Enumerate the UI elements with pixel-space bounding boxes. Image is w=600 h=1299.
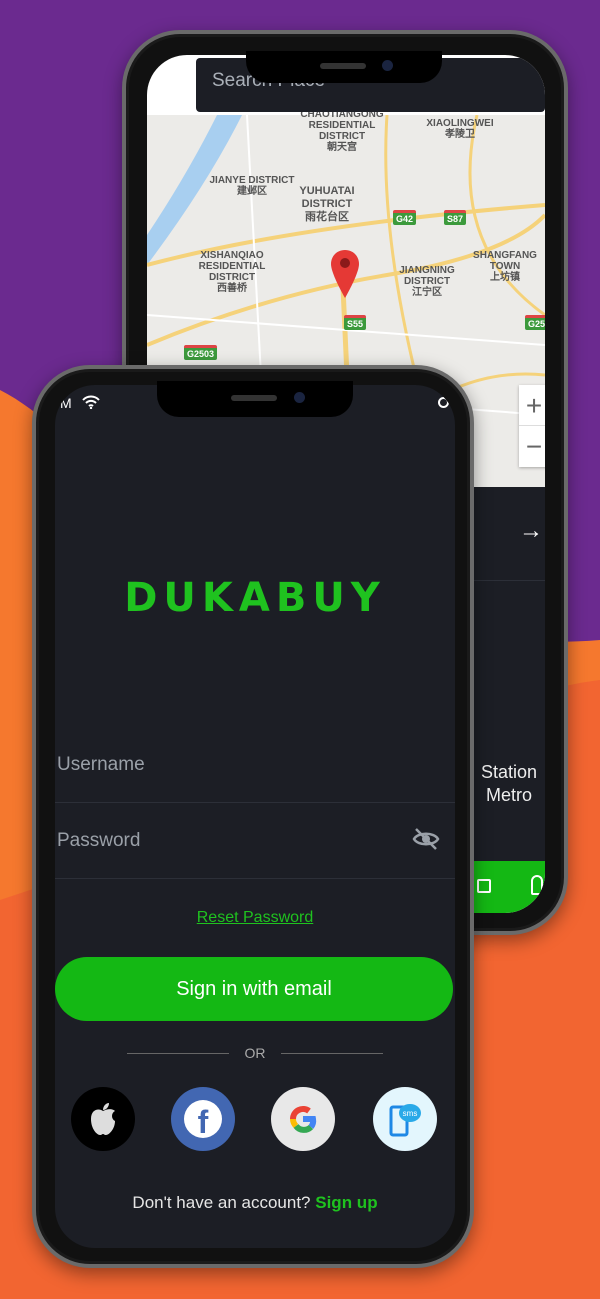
station-text: Station Metro [481, 761, 537, 807]
status-time: M [60, 395, 72, 411]
signup-link[interactable]: Sign up [315, 1193, 377, 1212]
map-label: JIANGNING DISTRICT 江宁区 [399, 265, 455, 298]
signup-prompt: Don't have an account? Sign up [55, 1193, 455, 1213]
app-logo: DUKABUY [124, 575, 386, 621]
facebook-login-button[interactable]: f [171, 1087, 235, 1151]
bag-icon[interactable] [477, 879, 491, 893]
station-line: Metro [485, 785, 532, 805]
eye-off-icon[interactable] [412, 827, 440, 851]
password-input[interactable]: Password [55, 803, 455, 879]
svg-text:sms: sms [403, 1109, 418, 1118]
map-label: SHANGFANG TOWN 上坊镇 [473, 250, 537, 283]
arrow-right-icon[interactable]: → [519, 517, 543, 545]
or-label: OR [244, 1045, 266, 1061]
map-label: CHAOTIANGONG RESIDENTIAL DISTRICT 朝天宫 [300, 109, 384, 153]
back-notch [246, 51, 442, 83]
username-input[interactable]: Username [55, 727, 455, 803]
google-login-button[interactable] [271, 1087, 335, 1151]
road-shield: G42 [393, 210, 417, 225]
status-icon [438, 397, 449, 408]
signup-prompt-text: Don't have an account? [132, 1193, 311, 1212]
road-shield: S87 [444, 210, 467, 225]
map-label: JIANYE DISTRICT 建邺区 [209, 175, 295, 197]
reset-password-link[interactable]: Reset Password [55, 909, 455, 927]
wifi-icon [82, 395, 100, 409]
zoom-out-button[interactable]: − [519, 426, 545, 467]
divider [127, 1053, 229, 1054]
road-shield: S55 [344, 315, 367, 330]
map-pin-icon[interactable] [331, 250, 359, 298]
divider [281, 1053, 383, 1054]
facebook-icon: f [184, 1100, 222, 1138]
map-label: YUHUATAI DISTRICT 雨花台区 [299, 185, 355, 223]
google-icon [290, 1106, 317, 1133]
apple-login-button[interactable] [71, 1087, 135, 1151]
map-label: XISHANQIAO RESIDENTIAL DISTRICT 西善桥 [198, 250, 266, 294]
zoom-in-button[interactable]: + [519, 385, 545, 426]
apple-icon [91, 1103, 115, 1135]
front-screen: M DUKABUY Username Password Reset Passwo… [55, 385, 455, 1248]
zoom-controls: + − [519, 385, 545, 467]
road-shield: G2503 [184, 345, 218, 360]
front-phone: M DUKABUY Username Password Reset Passwo… [32, 365, 474, 1268]
road-shield: G25 [525, 315, 545, 330]
map-label: XIAOLINGWEI 孝陵卫 [426, 118, 494, 140]
user-icon[interactable] [531, 875, 543, 895]
station-line: Station [480, 762, 537, 782]
front-notch [157, 381, 353, 417]
sms-icon: sms [389, 1104, 421, 1137]
sign-in-email-button[interactable]: Sign in with email [55, 957, 453, 1021]
sms-login-button[interactable]: sms [373, 1087, 437, 1151]
